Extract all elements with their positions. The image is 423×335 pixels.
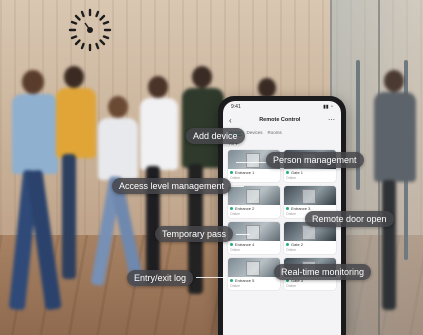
online-status-icon: [230, 279, 233, 282]
connector-line: [236, 234, 250, 235]
device-name: Entrance 1: [235, 170, 255, 175]
device-card[interactable]: Entrance 5 Online: [228, 258, 280, 290]
status-icons: ▮▮ ◔: [323, 104, 333, 110]
camera-thumbnail: [284, 186, 336, 205]
device-status: Online: [230, 284, 241, 288]
door-handle: [356, 60, 360, 190]
online-status-icon: [286, 207, 289, 210]
chevron-left-icon[interactable]: ‹: [229, 116, 232, 125]
device-status: Online: [230, 212, 241, 216]
callout-remote-door-open: Remote door open: [305, 211, 394, 227]
device-status: Online: [230, 176, 241, 180]
online-status-icon: [286, 171, 289, 174]
callout-temporary-pass: Temporary pass: [155, 226, 234, 242]
status-bar: 9:41 ▮▮ ◔: [223, 101, 341, 112]
device-name: Gate 2: [291, 242, 304, 247]
device-card[interactable]: Entrance 4 Online: [228, 222, 280, 254]
device-status: Online: [286, 248, 297, 252]
device-name: Gate 1: [291, 170, 304, 175]
status-time: 9:41: [231, 104, 241, 110]
app-top-bar: ‹ Remote Control ⋯: [223, 112, 341, 128]
callout-realtime-monitoring: Real-time monitoring: [274, 264, 372, 280]
background-scene: [0, 0, 423, 335]
connector-line: [236, 162, 266, 163]
tab-rooms[interactable]: Rooms: [268, 130, 282, 136]
wall-clock-icon: [68, 8, 112, 52]
device-status: Online: [230, 248, 241, 252]
callout-person-management: Person management: [266, 152, 364, 168]
callout-entry-exit-log: Entry/exit log: [127, 270, 194, 286]
callout-access-level-management: Access level management: [112, 178, 232, 194]
more-icon[interactable]: ⋯: [328, 116, 335, 124]
device-status: Online: [286, 176, 297, 180]
device-name: Entrance 2: [235, 206, 255, 211]
online-status-icon: [230, 207, 233, 210]
device-name: Entrance 3: [291, 206, 311, 211]
device-name: Entrance 5: [235, 278, 255, 283]
person-behind-glass: [372, 70, 418, 320]
online-status-icon: [230, 243, 233, 246]
online-status-icon: [286, 243, 289, 246]
device-status: Online: [286, 284, 297, 288]
device-name: Entrance 4: [235, 242, 255, 247]
screen-title: Remote Control: [259, 117, 301, 123]
camera-thumbnail: [228, 258, 280, 277]
online-status-icon: [230, 171, 233, 174]
callout-add-device: Add device: [186, 128, 245, 144]
tab-devices[interactable]: Devices: [247, 130, 263, 136]
connector-line: [196, 277, 226, 278]
connector-line: [230, 186, 244, 187]
camera-thumbnail: [228, 222, 280, 241]
camera-thumbnail: [228, 186, 280, 205]
device-card[interactable]: Entrance 2 Online: [228, 186, 280, 218]
